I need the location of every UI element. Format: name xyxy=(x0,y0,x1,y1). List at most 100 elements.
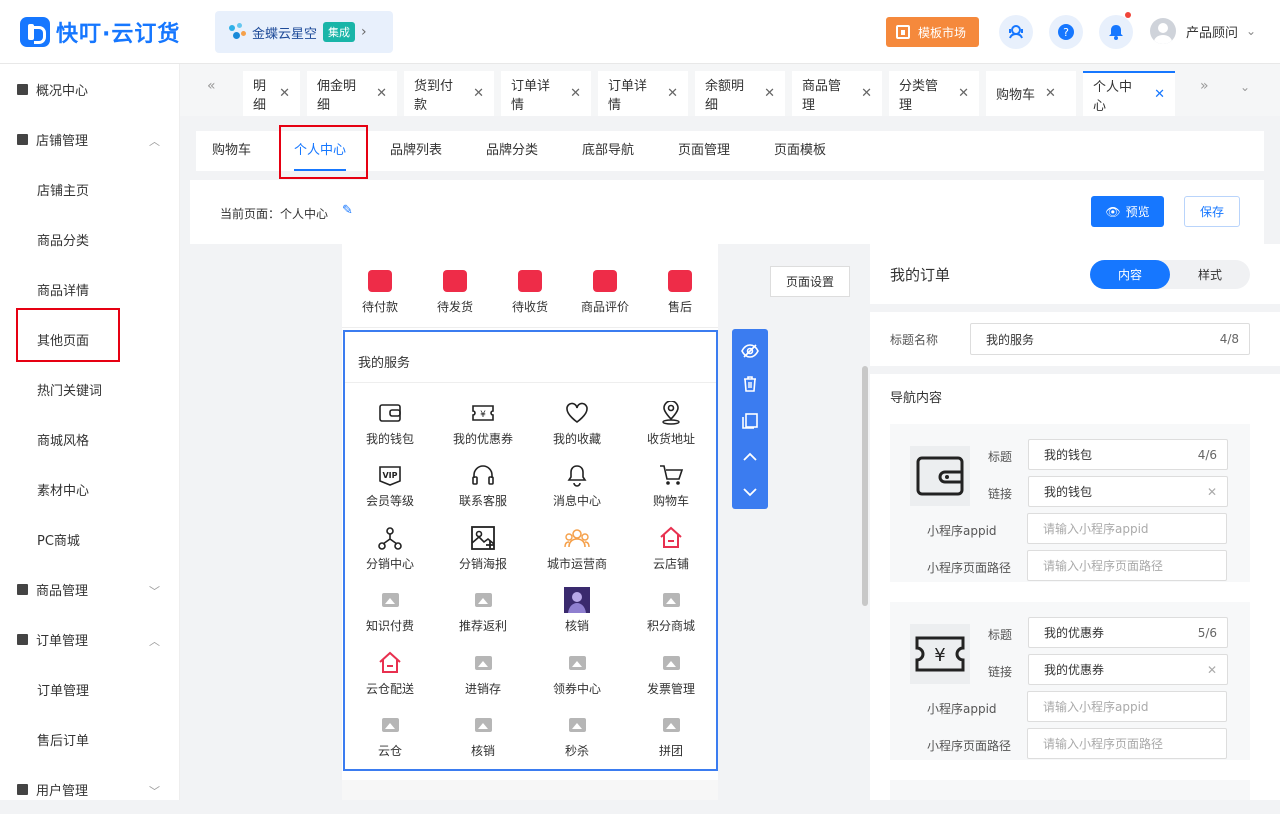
service-item[interactable]: 消息中心 xyxy=(532,460,622,509)
sidebar-item-order-manage[interactable]: 订单管理 xyxy=(0,664,180,714)
tab-balance-detail[interactable]: 余额明细 ✕ xyxy=(695,71,785,116)
close-icon[interactable]: ✕ xyxy=(376,86,387,101)
close-icon[interactable]: ✕ xyxy=(570,86,581,101)
appid-input[interactable]: 请输入小程序appid xyxy=(1027,513,1227,544)
my-orders-module[interactable]: 待付款 待发货 待收货 商品评价 售后 xyxy=(342,244,718,328)
sidebar-group-goods[interactable]: 商品管理 ﹀ xyxy=(0,564,180,614)
customer-service-icon[interactable] xyxy=(999,15,1033,49)
clear-icon[interactable]: ✕ xyxy=(1207,663,1217,677)
service-item[interactable]: 云仓 xyxy=(345,710,435,759)
tab-commission-detail[interactable]: 佣金明细 ✕ xyxy=(307,71,397,116)
service-item[interactable]: 进销存 xyxy=(438,648,528,697)
subtab-page-manage[interactable]: 页面管理 xyxy=(678,131,730,171)
sidebar-group-user[interactable]: 用户管理 ﹀ xyxy=(0,764,180,814)
close-icon[interactable]: ✕ xyxy=(958,86,969,101)
page-settings-button[interactable]: 页面设置 xyxy=(770,266,850,297)
appid-input[interactable]: 请输入小程序appid xyxy=(1027,691,1227,722)
wallet-icon[interactable] xyxy=(910,446,970,506)
hide-eye-icon[interactable] xyxy=(740,341,760,361)
subtab-cart[interactable]: 购物车 xyxy=(212,131,251,171)
nav-link-input[interactable]: 我的钱包 ✕ xyxy=(1028,476,1228,507)
sidebar-item-pc-mall[interactable]: PC商城 xyxy=(0,514,180,564)
tabs-scroll-right-icon[interactable]: » xyxy=(1200,78,1209,94)
tabs-dropdown-icon[interactable]: ⌄ xyxy=(1240,80,1250,94)
brand-logo[interactable]: 快叮·云订货 xyxy=(20,16,180,48)
sidebar-item-after-sale[interactable]: 售后订单 xyxy=(0,714,180,764)
tab-content[interactable]: 内容 xyxy=(1090,260,1170,289)
canvas-scrollbar[interactable] xyxy=(862,366,868,606)
sidebar-item-material-center[interactable]: 素材中心 xyxy=(0,464,180,514)
service-item[interactable]: VIP 会员等级 xyxy=(345,460,435,509)
coupon-icon[interactable]: ¥ xyxy=(910,624,970,684)
tab-goods-manage[interactable]: 商品管理 ✕ xyxy=(792,71,882,116)
service-item[interactable]: 积分商城 xyxy=(626,585,716,634)
close-icon[interactable]: ✕ xyxy=(764,86,775,101)
service-item[interactable]: 拼团 xyxy=(626,710,716,759)
sidebar-item-shop-home[interactable]: 店铺主页 xyxy=(0,164,180,214)
service-item[interactable]: 收货地址 xyxy=(626,398,716,447)
kingdee-integration-button[interactable]: 金蝶云星空 集成 › xyxy=(215,11,393,53)
user-menu[interactable]: 产品顾问 ⌄ xyxy=(1150,18,1256,44)
service-item[interactable]: 分销海报 xyxy=(438,523,528,572)
nav-title-input[interactable]: 我的钱包 4/6 xyxy=(1028,439,1228,470)
edit-pencil-icon[interactable]: ✎ xyxy=(342,203,353,218)
move-down-icon[interactable] xyxy=(740,482,760,502)
service-item[interactable]: 联系客服 xyxy=(438,460,528,509)
tab-cod[interactable]: 货到付款 ✕ xyxy=(404,71,494,116)
sidebar-item-mall-style[interactable]: 商城风格 xyxy=(0,414,180,464)
close-icon[interactable]: ✕ xyxy=(1154,87,1165,102)
path-input[interactable]: 请输入小程序页面路径 xyxy=(1027,728,1227,759)
close-icon[interactable]: ✕ xyxy=(1045,86,1056,101)
subtab-brand-category[interactable]: 品牌分类 xyxy=(486,131,538,171)
path-input[interactable]: 请输入小程序页面路径 xyxy=(1027,550,1227,581)
close-icon[interactable]: ✕ xyxy=(861,86,872,101)
tab-order-detail-2[interactable]: 订单详情 ✕ xyxy=(598,71,688,116)
subtab-bottom-nav[interactable]: 底部导航 xyxy=(582,131,634,171)
service-item[interactable]: 购物车 xyxy=(626,460,716,509)
preview-button[interactable]: 👁 预览 xyxy=(1091,196,1164,227)
service-item[interactable]: 云店铺 xyxy=(626,523,716,572)
service-item[interactable]: ¥ 我的优惠券 xyxy=(438,398,528,447)
save-button[interactable]: 保存 xyxy=(1184,196,1240,227)
move-up-icon[interactable] xyxy=(740,447,760,467)
sidebar-item-goods-category[interactable]: 商品分类 xyxy=(0,214,180,264)
clear-icon[interactable]: ✕ xyxy=(1207,485,1217,499)
tab-style[interactable]: 样式 xyxy=(1170,260,1250,289)
service-item[interactable]: 领券中心 xyxy=(532,648,622,697)
service-item[interactable]: 城市运营商 xyxy=(532,523,622,572)
sidebar-group-order[interactable]: 订单管理 ︿ xyxy=(0,614,180,664)
service-item[interactable]: 推荐返利 xyxy=(438,585,528,634)
tab-order-detail-1[interactable]: 订单详情 ✕ xyxy=(501,71,591,116)
sidebar-item-hot-keywords[interactable]: 热门关键词 xyxy=(0,364,180,414)
trash-icon[interactable] xyxy=(740,374,760,394)
close-icon[interactable]: ✕ xyxy=(667,86,678,101)
service-item[interactable]: 核销 xyxy=(438,710,528,759)
service-item[interactable]: 发票管理 xyxy=(626,648,716,697)
service-item[interactable]: 知识付费 xyxy=(345,585,435,634)
nav-title-input[interactable]: 我的优惠券 5/6 xyxy=(1028,617,1228,648)
template-market-button[interactable]: 模板市场 xyxy=(886,17,979,47)
tabs-scroll-left-icon[interactable]: « xyxy=(207,78,216,94)
tab-personal-center[interactable]: 个人中心 ✕ xyxy=(1083,71,1175,116)
service-item[interactable]: 云仓配送 xyxy=(345,648,435,697)
sidebar-item-goods-detail[interactable]: 商品详情 xyxy=(0,264,180,314)
tab-detail[interactable]: 明细 ✕ xyxy=(243,71,300,116)
sidebar-item-overview[interactable]: 概况中心 xyxy=(0,64,180,114)
service-item[interactable]: 分销中心 xyxy=(345,523,435,572)
my-services-module[interactable]: 我的服务 我的钱包 ¥ 我的优惠券 我的收藏 收货地址 VIP 会员等级 联系客服 消息中心 购物… xyxy=(343,330,718,771)
title-name-input[interactable]: 我的服务 4/8 xyxy=(970,323,1250,355)
nav-link-input[interactable]: 我的优惠券 ✕ xyxy=(1028,654,1228,685)
sidebar-group-shop[interactable]: 店铺管理 ︿ xyxy=(0,114,180,164)
close-icon[interactable]: ✕ xyxy=(473,86,484,101)
help-icon[interactable]: ? xyxy=(1049,15,1083,49)
subtab-brand-list[interactable]: 品牌列表 xyxy=(390,131,442,171)
service-item[interactable]: 核销 xyxy=(532,585,622,634)
close-icon[interactable]: ✕ xyxy=(279,86,290,101)
tab-cart[interactable]: 购物车 ✕ xyxy=(986,71,1076,116)
notification-bell-icon[interactable] xyxy=(1099,12,1133,49)
service-item[interactable]: 秒杀 xyxy=(532,710,622,759)
copy-icon[interactable] xyxy=(740,411,760,431)
service-item[interactable]: 我的收藏 xyxy=(532,398,622,447)
tab-category-manage[interactable]: 分类管理 ✕ xyxy=(889,71,979,116)
service-item[interactable]: 我的钱包 xyxy=(345,398,435,447)
